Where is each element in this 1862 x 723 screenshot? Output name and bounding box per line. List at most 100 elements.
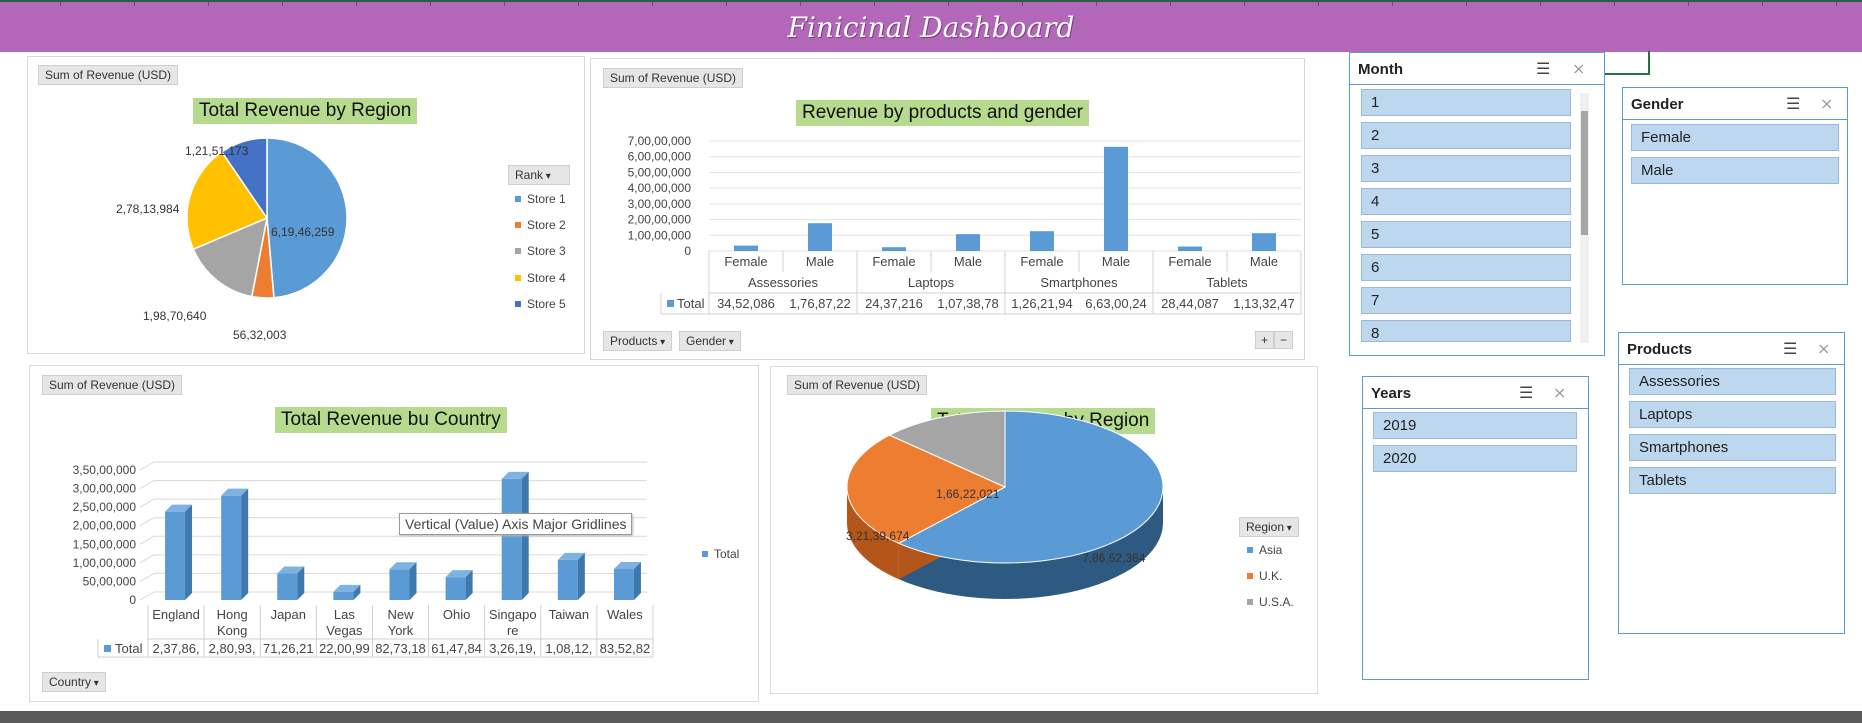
gridline: [139, 572, 155, 582]
slicer-item[interactable]: 4: [1361, 188, 1571, 215]
data-label: 1,13,32,47: [1233, 296, 1294, 311]
x-tick-label: Female: [872, 254, 915, 269]
table-row-label: Total: [115, 641, 143, 656]
column-tick: [208, 2, 209, 6]
slicer-item[interactable]: 1: [1361, 89, 1571, 116]
country-revenue-chart[interactable]: Sum of Revenue (USD) Total Revenue bu Co…: [29, 365, 759, 702]
slicer-header: Products ☰ ⨯: [1619, 333, 1844, 365]
y-tick-label: 3,50,00,000: [73, 463, 137, 477]
data-label: 82,73,18: [375, 641, 426, 656]
sheet-tabs-bar[interactable]: [0, 711, 1862, 723]
slicer-item[interactable]: 8: [1361, 320, 1571, 342]
bar: [1252, 233, 1276, 251]
slicer-item[interactable]: 2: [1361, 122, 1571, 149]
slicer-item[interactable]: 2019: [1373, 412, 1577, 439]
slicer-item[interactable]: Tablets: [1629, 467, 1836, 494]
products-gender-chart[interactable]: Sum of Revenue (USD) Revenue by products…: [590, 58, 1305, 360]
table-row-label: Total: [677, 296, 705, 311]
column-tick: [1540, 2, 1541, 6]
slicer-item[interactable]: Assessories: [1629, 368, 1836, 395]
data-label: 3,21,39,674: [846, 529, 910, 543]
slicer-item[interactable]: 2020: [1373, 445, 1577, 472]
x-group-label: Smartphones: [1040, 275, 1118, 290]
gender-slicer[interactable]: Gender ☰ ⨯ Female Male: [1622, 87, 1848, 285]
column-tick: [60, 2, 61, 6]
y-tick-label: 50,00,000: [83, 574, 137, 588]
store-pie-chart[interactable]: Sum of Revenue (USD) Total Revenue by Re…: [27, 56, 585, 354]
column-tick: [1244, 2, 1245, 6]
slicer-item[interactable]: 3: [1361, 155, 1571, 182]
bar: [557, 559, 578, 600]
data-label: 61,47,84: [431, 641, 482, 656]
data-label: 3,26,19,: [489, 641, 536, 656]
clear-filter-icon[interactable]: ⨯: [1553, 383, 1566, 403]
years-slicer[interactable]: Years ☰ ⨯ 2019 2020: [1362, 376, 1589, 680]
slicer-item[interactable]: 5: [1361, 221, 1571, 248]
slicer-item[interactable]: Smartphones: [1629, 434, 1836, 461]
legend-item: Store 1: [515, 192, 566, 206]
dashboard-title: Finicinal Dashboard: [787, 11, 1075, 44]
month-slicer[interactable]: Month ☰ ⨯ 1 2 3 4 5 6 7 8: [1349, 52, 1605, 356]
scrollbar-thumb[interactable]: [1581, 111, 1588, 235]
slicer-item[interactable]: 6: [1361, 254, 1571, 281]
column-tick: [726, 2, 727, 6]
y-tick-label: 6,00,00,000: [628, 150, 692, 164]
store-pie-svg: 6,19,46,259 56,32,003 1,98,70,640 2,78,1…: [116, 137, 348, 342]
column-tick: [1170, 2, 1171, 6]
column-tick: [1688, 2, 1689, 6]
slicer-item[interactable]: Female: [1631, 124, 1839, 151]
column-tick: [1836, 2, 1837, 6]
clear-filter-icon[interactable]: ⨯: [1572, 59, 1585, 79]
y-tick-label: 1,00,00,000: [73, 556, 137, 570]
y-tick-label: 3,00,00,000: [628, 197, 692, 211]
bar: [389, 569, 410, 600]
multi-select-icon[interactable]: ☰: [1519, 383, 1533, 403]
slicer-item[interactable]: Male: [1631, 157, 1839, 184]
data-label: 1,66,22,021: [936, 487, 1000, 501]
column-tick: [1614, 2, 1615, 6]
region-pie-chart[interactable]: Sum of Revenue (USD) Total Revenue by Re…: [770, 366, 1318, 694]
legend-item: Store 2: [515, 218, 566, 232]
y-tick-label: 1,50,00,000: [73, 537, 137, 551]
y-tick-label: 3,00,00,000: [73, 482, 137, 496]
gridline: [139, 591, 155, 601]
slicer-scrollbar[interactable]: [1580, 93, 1589, 343]
products-slicer[interactable]: Products ☰ ⨯ Assessories Laptops Smartph…: [1618, 332, 1845, 634]
products-filter-button[interactable]: Products: [603, 331, 673, 351]
gridline: [139, 535, 155, 545]
gridline: [139, 498, 155, 508]
legend-item: Store 3: [515, 244, 566, 258]
legend-item: Asia: [1247, 543, 1282, 557]
data-label: 28,44,087: [1161, 296, 1219, 311]
bar: [277, 573, 298, 600]
data-label: 1,07,38,78: [937, 296, 998, 311]
x-group-label: Assessories: [748, 275, 819, 290]
multi-select-icon[interactable]: ☰: [1536, 59, 1550, 79]
region-legend-filter[interactable]: Region: [1239, 517, 1299, 537]
bar: [221, 495, 242, 600]
clear-filter-icon[interactable]: ⨯: [1817, 339, 1830, 359]
data-label: 22,00,99: [319, 641, 370, 656]
bar: [956, 234, 980, 251]
column-tick: [282, 2, 283, 6]
products-gender-svg: 7,00,00,000 6,00,00,0005,00,00,000 4,00,00…: [628, 134, 1302, 315]
y-tick-label: 2,00,00,000: [628, 213, 692, 227]
x-tick-label: Male: [806, 254, 834, 269]
y-tick-label: 7,00,00,000: [628, 134, 692, 148]
x-tick-label: Ohio: [443, 607, 470, 622]
y-tick-label: 0: [129, 593, 136, 607]
collapse-button[interactable]: −: [1274, 331, 1294, 349]
x-tick-label: York: [388, 623, 414, 638]
rank-legend-filter[interactable]: Rank: [508, 165, 570, 185]
bar: [1104, 146, 1128, 251]
slicer-item[interactable]: Laptops: [1629, 401, 1836, 428]
country-filter-button[interactable]: Country: [42, 672, 106, 692]
multi-select-icon[interactable]: ☰: [1786, 94, 1800, 114]
gridline: [139, 517, 155, 527]
dashboard-header: Finicinal Dashboard: [0, 0, 1862, 52]
gender-filter-button[interactable]: Gender: [679, 331, 741, 351]
clear-filter-icon[interactable]: ⨯: [1820, 94, 1833, 114]
slicer-item[interactable]: 7: [1361, 287, 1571, 314]
expand-button[interactable]: +: [1255, 331, 1275, 349]
multi-select-icon[interactable]: ☰: [1783, 339, 1797, 359]
